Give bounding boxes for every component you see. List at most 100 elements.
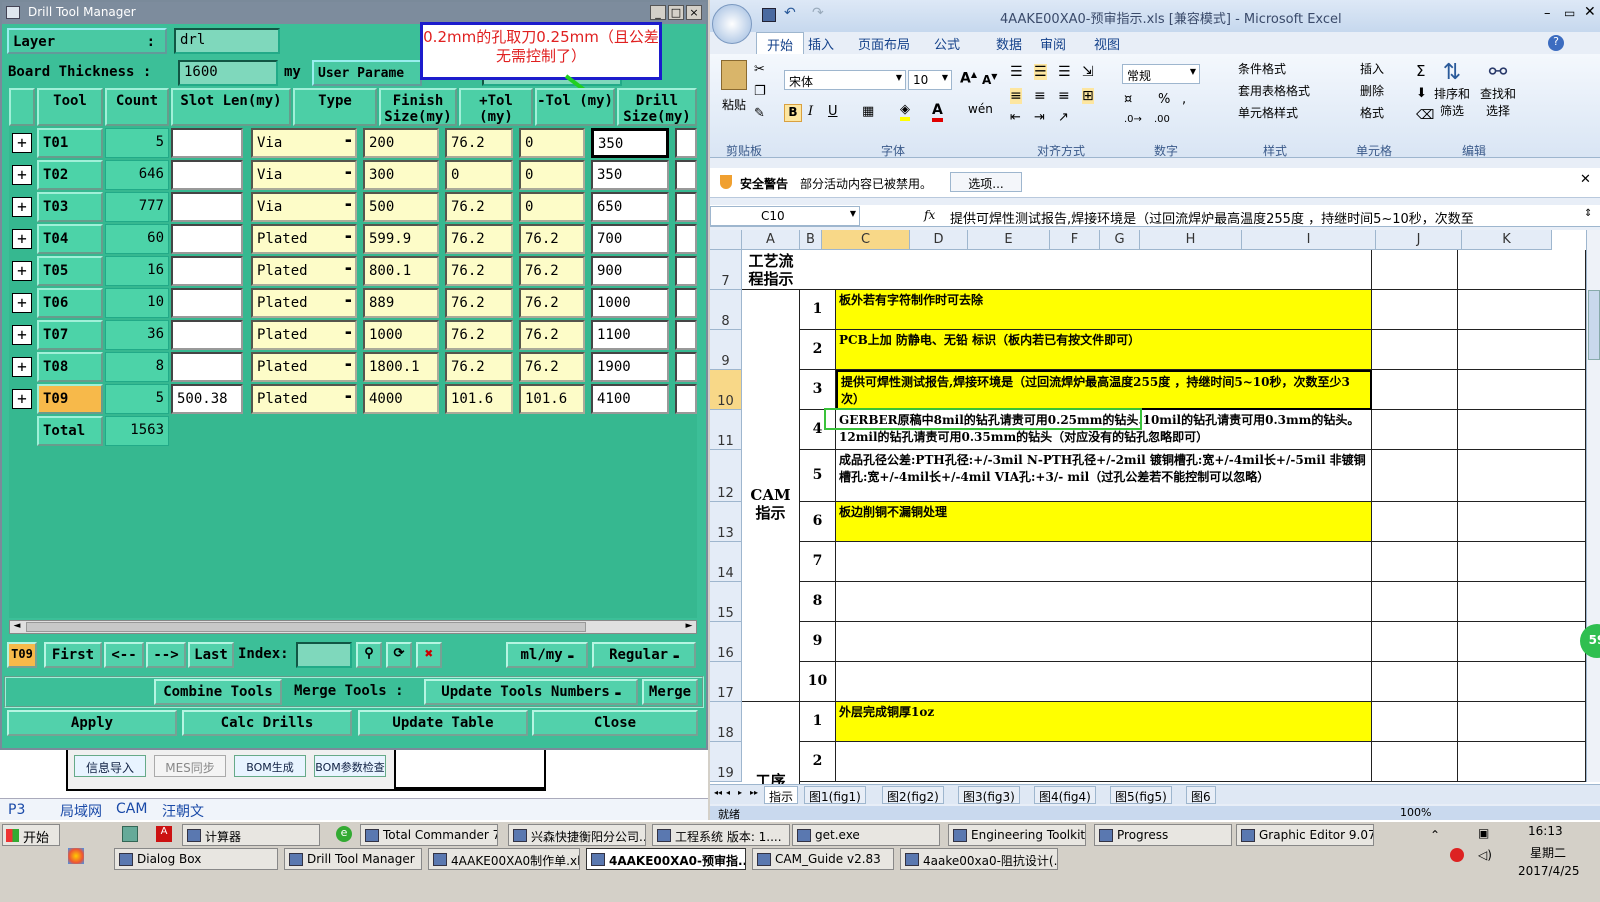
taskbar-item[interactable]: 计算器 [182, 824, 320, 846]
bold-icon[interactable]: B [784, 104, 802, 122]
last-button[interactable]: Last [188, 642, 234, 668]
undo-icon[interactable]: ↶ [784, 5, 796, 21]
column-header[interactable]: D [910, 230, 968, 250]
section-label-process[interactable]: 工艺流程指示 [742, 250, 800, 290]
scroll-thumb[interactable] [1588, 290, 1600, 360]
extra-column-input[interactable] [675, 128, 697, 158]
sheet-nav-icon[interactable]: ◂◂ [714, 788, 722, 797]
expand-formula-icon[interactable]: ⇕ [1584, 208, 1592, 219]
plus-tol-input[interactable]: 76.2 [445, 352, 513, 382]
column-header[interactable]: G [1100, 230, 1140, 250]
quicklaunch-icon[interactable] [122, 826, 138, 842]
column-header[interactable]: F [1050, 230, 1100, 250]
item-number[interactable]: 1 [800, 290, 836, 330]
finish-size-input[interactable]: 1800.1 [363, 352, 439, 382]
item-number[interactable]: 9 [800, 622, 836, 662]
lock-icon[interactable]: ⚲ [356, 642, 382, 668]
refresh-icon[interactable]: ⟳ [386, 642, 412, 668]
tray-app-icon[interactable] [1450, 848, 1464, 862]
start-button[interactable]: 开始 [2, 824, 60, 846]
taskbar-item[interactable]: Drill Tool Manager [284, 848, 422, 870]
drill-size-input[interactable]: 700 [591, 224, 669, 254]
apply-button[interactable]: Apply [7, 710, 177, 736]
plus-tol-input[interactable]: 76.2 [445, 288, 513, 318]
extra-column-input[interactable] [675, 288, 697, 318]
minus-tol-input[interactable]: 76.2 [519, 320, 585, 350]
minus-tol-input[interactable]: 0 [519, 160, 585, 190]
cell[interactable] [1372, 742, 1458, 782]
find-select-button[interactable]: ⚯ 查找和选择 [1476, 60, 1520, 119]
taskbar-item[interactable]: Dialog Box [114, 848, 278, 870]
sum-icon[interactable]: Σ [1416, 62, 1425, 80]
fill-color-icon[interactable]: ◈ [900, 102, 910, 121]
expand-icon[interactable]: + [12, 229, 32, 249]
tab-view[interactable]: 视图 [1094, 34, 1120, 53]
row-header[interactable]: 11 [710, 410, 742, 450]
slot-length-input[interactable] [171, 192, 243, 222]
section-label-work[interactable]: 工序 [742, 702, 800, 792]
item-text[interactable]: PCB上加 防静电、无铅 标识（板内若已有按文件即可） [836, 330, 1372, 370]
redo-icon[interactable]: ↷ [812, 5, 824, 21]
row-header[interactable]: 8 [710, 290, 742, 330]
borders-icon[interactable]: ▦ [862, 104, 874, 119]
column-header[interactable]: H [1140, 230, 1242, 250]
minimize-icon[interactable]: – [1544, 6, 1551, 21]
item-text[interactable] [836, 582, 1372, 622]
horizontal-scrollbar[interactable]: ◄ ► [9, 620, 697, 634]
type-select[interactable]: Via ▬ [251, 192, 357, 222]
layer-field[interactable]: drl [174, 28, 280, 54]
extra-column-input[interactable] [675, 160, 697, 190]
clock-date[interactable]: 2017/4/25 [1518, 864, 1580, 878]
row-header[interactable]: 19 [710, 742, 742, 782]
user-params-button[interactable]: User Parame [312, 60, 422, 86]
sheet-tab[interactable]: 指示 [764, 786, 799, 804]
type-select[interactable]: Plated ▬ [251, 256, 357, 286]
taskbar-item[interactable]: Engineering Toolkit 9.... [948, 824, 1086, 846]
cell[interactable] [1458, 250, 1586, 290]
align-center-icon[interactable]: ≡ [1034, 88, 1046, 104]
sheet-nav-icon[interactable]: ▸ [738, 788, 742, 797]
scroll-right-icon[interactable]: ► [682, 621, 696, 633]
help-icon[interactable]: ? [1548, 35, 1564, 51]
finish-size-input[interactable]: 200 [363, 128, 439, 158]
minus-tol-input[interactable]: 101.6 [519, 384, 585, 414]
type-select[interactable]: Plated ▬ [251, 384, 357, 414]
type-select[interactable]: Via ▬ [251, 128, 357, 158]
scroll-left-icon[interactable]: ◄ [10, 621, 24, 633]
expand-icon[interactable]: + [12, 325, 32, 345]
column-header[interactable]: A [742, 230, 800, 250]
font-name-select[interactable]: 宋体 ▼ [784, 70, 906, 90]
tool-name[interactable]: T06 [37, 288, 103, 318]
taskbar-item[interactable]: 4aake00xa0-阻抗设计(... [900, 848, 1058, 870]
options-button[interactable]: 选项... [950, 172, 1022, 192]
item-number[interactable]: 10 [800, 662, 836, 702]
item-text[interactable] [836, 542, 1372, 582]
expand-icon[interactable]: + [12, 389, 32, 409]
close-icon[interactable]: ✕ [1584, 4, 1596, 20]
tool-name[interactable]: T05 [37, 256, 103, 286]
index-field[interactable] [296, 642, 352, 668]
extra-column-input[interactable] [675, 352, 697, 382]
cell[interactable] [1372, 502, 1458, 542]
drill-size-input[interactable]: 350 [591, 160, 669, 190]
taskbar-item[interactable]: Graphic Editor 9.07b2 ... [1236, 824, 1374, 846]
cell[interactable] [1372, 450, 1458, 502]
wrap-text-icon[interactable]: ⇲ [1082, 64, 1094, 80]
percent-icon[interactable]: % [1158, 92, 1170, 107]
drill-size-input[interactable]: 1000 [591, 288, 669, 318]
plus-tol-input[interactable]: 76.2 [445, 192, 513, 222]
item-number[interactable]: 1 [800, 702, 836, 742]
drill-size-input[interactable]: 650 [591, 192, 669, 222]
tab-data[interactable]: 数据 [996, 34, 1022, 53]
update-table-button[interactable]: Update Table [358, 710, 528, 736]
align-middle-icon[interactable]: ☰ [1034, 64, 1047, 80]
expand-icon[interactable]: + [12, 357, 32, 377]
taskbar-item[interactable]: get.exe [792, 824, 940, 846]
taskbar-item[interactable]: CAM_Guide v2.83 [752, 848, 894, 870]
font-size-select[interactable]: 10 ▼ [908, 70, 952, 90]
item-text[interactable]: 板外若有字符制作时可去除 [836, 290, 1372, 330]
cell[interactable] [1372, 582, 1458, 622]
update-tools-numbers-select[interactable]: Update Tools Numbers ▬ [424, 679, 638, 705]
cell[interactable] [1458, 622, 1586, 662]
cell[interactable] [1458, 742, 1586, 782]
